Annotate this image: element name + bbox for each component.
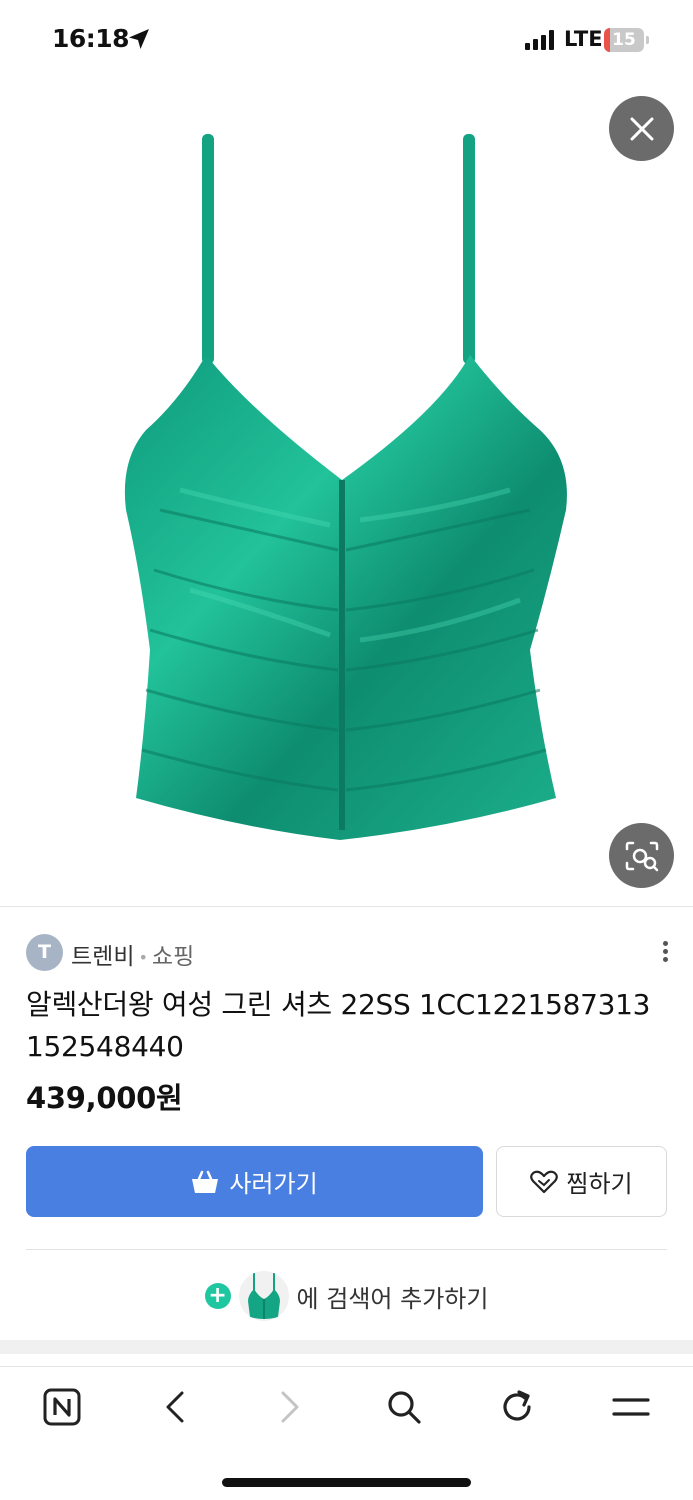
close-button[interactable] <box>609 96 674 161</box>
status-bar: 16:18 LTE 15 <box>0 0 693 80</box>
menu-icon <box>612 1398 650 1416</box>
naver-home-button[interactable] <box>42 1387 82 1427</box>
product-image[interactable] <box>0 80 693 906</box>
close-icon <box>630 117 653 140</box>
product-title[interactable]: 알렉산더왕 여성 그린 셔츠 22SS 1CC1221587313 152548… <box>26 984 671 1068</box>
naver-home-icon <box>43 1388 81 1426</box>
more-options-button[interactable] <box>655 938 675 966</box>
wishlist-button[interactable]: 찜하기 <box>496 1146 667 1217</box>
back-icon <box>166 1391 184 1423</box>
search-icon <box>388 1391 421 1424</box>
seller-name[interactable]: 트렌비 <box>71 944 134 970</box>
plus-icon: + <box>204 1283 231 1309</box>
bottom-navigation <box>0 1366 693 1448</box>
signal-icon <box>525 30 554 50</box>
wishlist-label: 찜하기 <box>566 1170 633 1198</box>
add-keyword-label: 에 검색어 추가하기 <box>296 1284 489 1313</box>
separator-dot: • <box>138 948 148 967</box>
seller-info[interactable]: 트렌비 • 쇼핑 <box>71 937 194 971</box>
divider <box>0 906 693 907</box>
add-search-keyword[interactable]: + 에 검색어 추가하기 <box>0 1268 693 1324</box>
search-button[interactable] <box>384 1387 424 1427</box>
seller-avatar: T <box>26 934 63 971</box>
section-gap <box>0 1340 693 1354</box>
product-thumbnail <box>238 1271 289 1321</box>
menu-button[interactable] <box>611 1387 651 1427</box>
back-button[interactable] <box>155 1387 195 1427</box>
battery-level: 15 <box>612 30 636 50</box>
location-arrow-icon <box>129 29 149 49</box>
refresh-button[interactable] <box>497 1387 537 1427</box>
image-search-button[interactable] <box>609 823 674 888</box>
category-label: 쇼핑 <box>151 944 195 970</box>
green-camisole-image <box>124 134 567 840</box>
more-vertical-icon <box>662 941 668 946</box>
home-indicator[interactable] <box>222 1478 471 1487</box>
buy-button[interactable]: 사러가기 <box>26 1146 483 1217</box>
refresh-icon <box>503 1390 531 1421</box>
shopping-bag-icon <box>192 1170 219 1193</box>
network-label: LTE <box>564 27 603 51</box>
battery-icon: 15 <box>604 28 650 52</box>
status-time: 16:18 <box>52 24 130 53</box>
forward-icon <box>281 1391 299 1423</box>
buy-label: 사러가기 <box>229 1170 318 1198</box>
divider <box>26 1249 667 1250</box>
product-price: 439,000원 <box>26 1081 183 1115</box>
forward-button[interactable] <box>270 1387 310 1427</box>
heart-icon <box>530 1170 559 1193</box>
image-search-icon <box>625 841 658 871</box>
